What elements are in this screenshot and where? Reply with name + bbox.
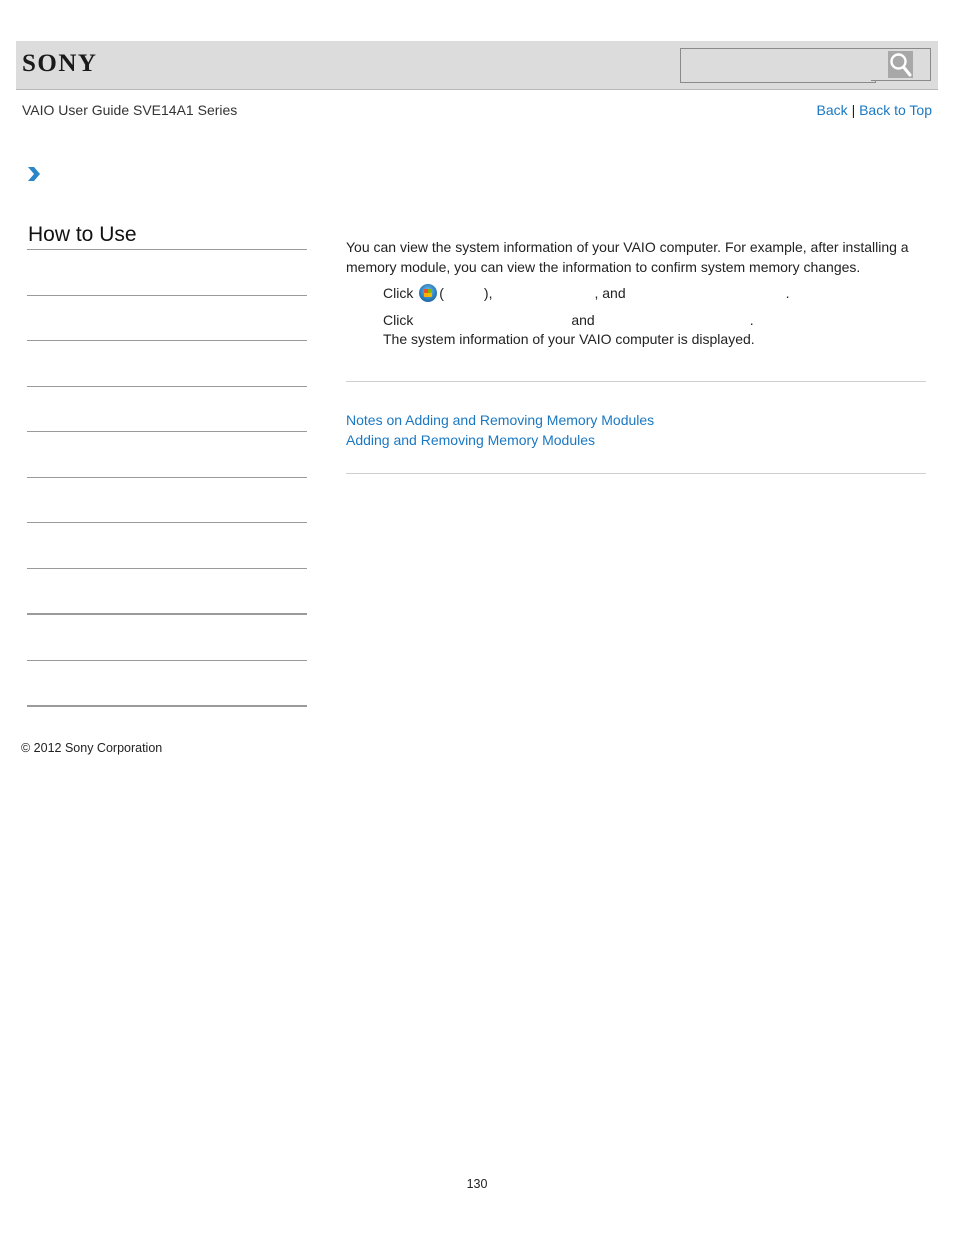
sidebar-item[interactable]: [27, 523, 307, 568]
sidebar-title: How to Use: [28, 223, 137, 246]
sidebar-item[interactable]: [27, 341, 307, 386]
back-link[interactable]: Back: [817, 102, 848, 118]
related-link-notes-memory[interactable]: Notes on Adding and Removing Memory Modu…: [346, 412, 654, 428]
sidebar-item[interactable]: [27, 478, 307, 523]
header-bar: SONY: [16, 41, 938, 90]
related-links: Notes on Adding and Removing Memory Modu…: [346, 412, 654, 448]
step-1-period: .: [785, 285, 790, 301]
section-divider: [346, 381, 926, 382]
step-2-period: .: [749, 312, 754, 328]
step-2: Click and.: [383, 312, 754, 328]
chevron-right-icon: [28, 167, 40, 181]
step-2-and: and: [571, 312, 595, 328]
search-button[interactable]: [871, 48, 931, 81]
sidebar-item[interactable]: [27, 615, 307, 660]
sidebar-item[interactable]: [27, 296, 307, 341]
step-1-open-paren: (: [439, 285, 444, 301]
sony-logo: SONY: [22, 50, 98, 77]
search-input[interactable]: [680, 48, 876, 83]
intro-paragraph: You can view the system information of y…: [346, 239, 909, 275]
sidebar-item[interactable]: [27, 387, 307, 432]
section-divider: [346, 473, 926, 474]
step-1-and: , and: [594, 285, 626, 301]
step-2-click: Click: [383, 312, 414, 328]
step-2-result: The system information of your VAIO comp…: [383, 331, 755, 347]
copyright: © 2012 Sony Corporation: [21, 741, 163, 755]
sidebar: [27, 249, 307, 707]
back-to-top-link[interactable]: Back to Top: [859, 102, 932, 118]
sidebar-item[interactable]: [27, 569, 307, 614]
guide-title: VAIO User Guide SVE14A1 Series: [22, 102, 238, 118]
step-1-click: Click: [383, 285, 414, 301]
top-navigation: Back | Back to Top: [817, 102, 932, 118]
step-1-close-paren: ),: [483, 285, 493, 301]
page-number: 130: [466, 1177, 488, 1191]
step-1: Click (), , and.: [383, 284, 790, 302]
nav-separator: |: [851, 102, 856, 118]
windows-start-icon: [419, 284, 438, 302]
magnifier-icon: [888, 51, 913, 78]
sidebar-item[interactable]: [27, 661, 307, 706]
sidebar-item[interactable]: [27, 250, 307, 295]
sidebar-divider: [27, 705, 307, 707]
sidebar-item[interactable]: [27, 432, 307, 477]
related-link-adding-memory[interactable]: Adding and Removing Memory Modules: [346, 432, 595, 448]
